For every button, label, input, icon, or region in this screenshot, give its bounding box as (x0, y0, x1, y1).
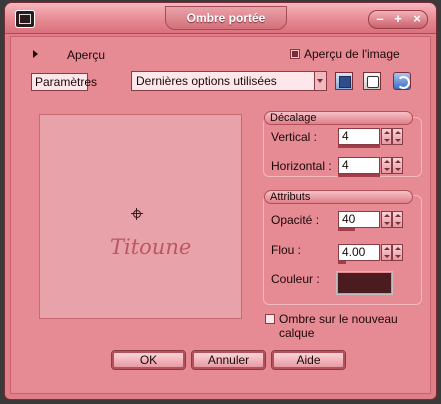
dialog-content: Aperçu Aperçu de l'image Paramètres Dern… (10, 36, 431, 394)
floppy-disk-icon (339, 76, 351, 88)
decalage-header: Décalage (264, 111, 413, 125)
random-preset-button[interactable] (363, 72, 381, 90)
expand-arrow-icon[interactable] (33, 50, 38, 58)
save-preset-button[interactable] (335, 72, 353, 90)
ok-button[interactable]: OK (111, 350, 186, 370)
dice-icon (367, 76, 379, 88)
flou-input[interactable]: 4.00 (338, 244, 380, 261)
window-controls: – + × (368, 10, 428, 29)
flou-label: Flou : (271, 243, 302, 257)
apercu-image-label: Aperçu de l'image (304, 47, 400, 61)
preset-dropdown-value: Dernières options utilisées (136, 74, 277, 88)
horizontal-input[interactable]: 4 (338, 157, 380, 174)
vertical-label: Vertical : (271, 130, 318, 144)
horizontal-spinner-alt[interactable] (392, 157, 403, 174)
window-title: Ombre portée (165, 6, 287, 30)
reset-button[interactable] (393, 72, 411, 90)
app-icon[interactable] (15, 10, 35, 28)
opacite-spinner-alt[interactable] (392, 211, 403, 228)
couleur-label: Couleur : (271, 272, 320, 286)
horizontal-slider[interactable] (338, 174, 380, 177)
preview-pane[interactable]: Titoune (39, 114, 242, 319)
move-cursor-icon (131, 208, 143, 220)
parametres-label: Paramètres (31, 73, 97, 91)
chevron-down-icon[interactable] (314, 72, 326, 90)
couleur-swatch[interactable] (336, 271, 393, 295)
checkbox-checked-icon (292, 51, 298, 57)
apercu-label: Aperçu (67, 48, 106, 62)
close-button[interactable]: × (408, 11, 426, 28)
attributs-header: Attributs (264, 190, 413, 204)
ombre-calque-checkbox[interactable] (265, 314, 275, 324)
opacite-label: Opacité : (271, 213, 320, 227)
annuler-button[interactable]: Annuler (191, 350, 266, 370)
flou-slider[interactable] (338, 261, 346, 264)
vertical-spinner-alt[interactable] (392, 128, 403, 145)
couleur-swatch-fill (338, 273, 391, 293)
horizontal-label: Horizontal : (271, 159, 332, 173)
flou-spinner-alt[interactable] (392, 244, 403, 261)
vertical-slider[interactable] (338, 145, 380, 148)
vertical-spinner[interactable] (381, 128, 392, 145)
minimize-button[interactable]: – (371, 11, 389, 28)
preview-watermark: Titoune (110, 235, 192, 259)
opacite-slider[interactable] (338, 228, 355, 231)
apercu-image-checkbox[interactable] (290, 49, 300, 59)
horizontal-spinner[interactable] (381, 157, 392, 174)
opacite-spinner[interactable] (381, 211, 392, 228)
refresh-icon (397, 76, 410, 89)
ombre-calque-label: Ombre sur le nouveau calque (279, 312, 398, 340)
maximize-button[interactable]: + (389, 11, 407, 28)
aide-button[interactable]: Aide (271, 350, 346, 370)
dialog-window: Ombre portée – + × Aperçu Aperçu de l'im… (4, 2, 437, 400)
vertical-input[interactable]: 4 (338, 128, 380, 145)
opacite-input[interactable]: 40 (338, 211, 380, 228)
preset-dropdown[interactable]: Dernières options utilisées (131, 71, 327, 91)
flou-spinner[interactable] (381, 244, 392, 261)
title-bar[interactable]: Ombre portée – + × (5, 3, 436, 34)
